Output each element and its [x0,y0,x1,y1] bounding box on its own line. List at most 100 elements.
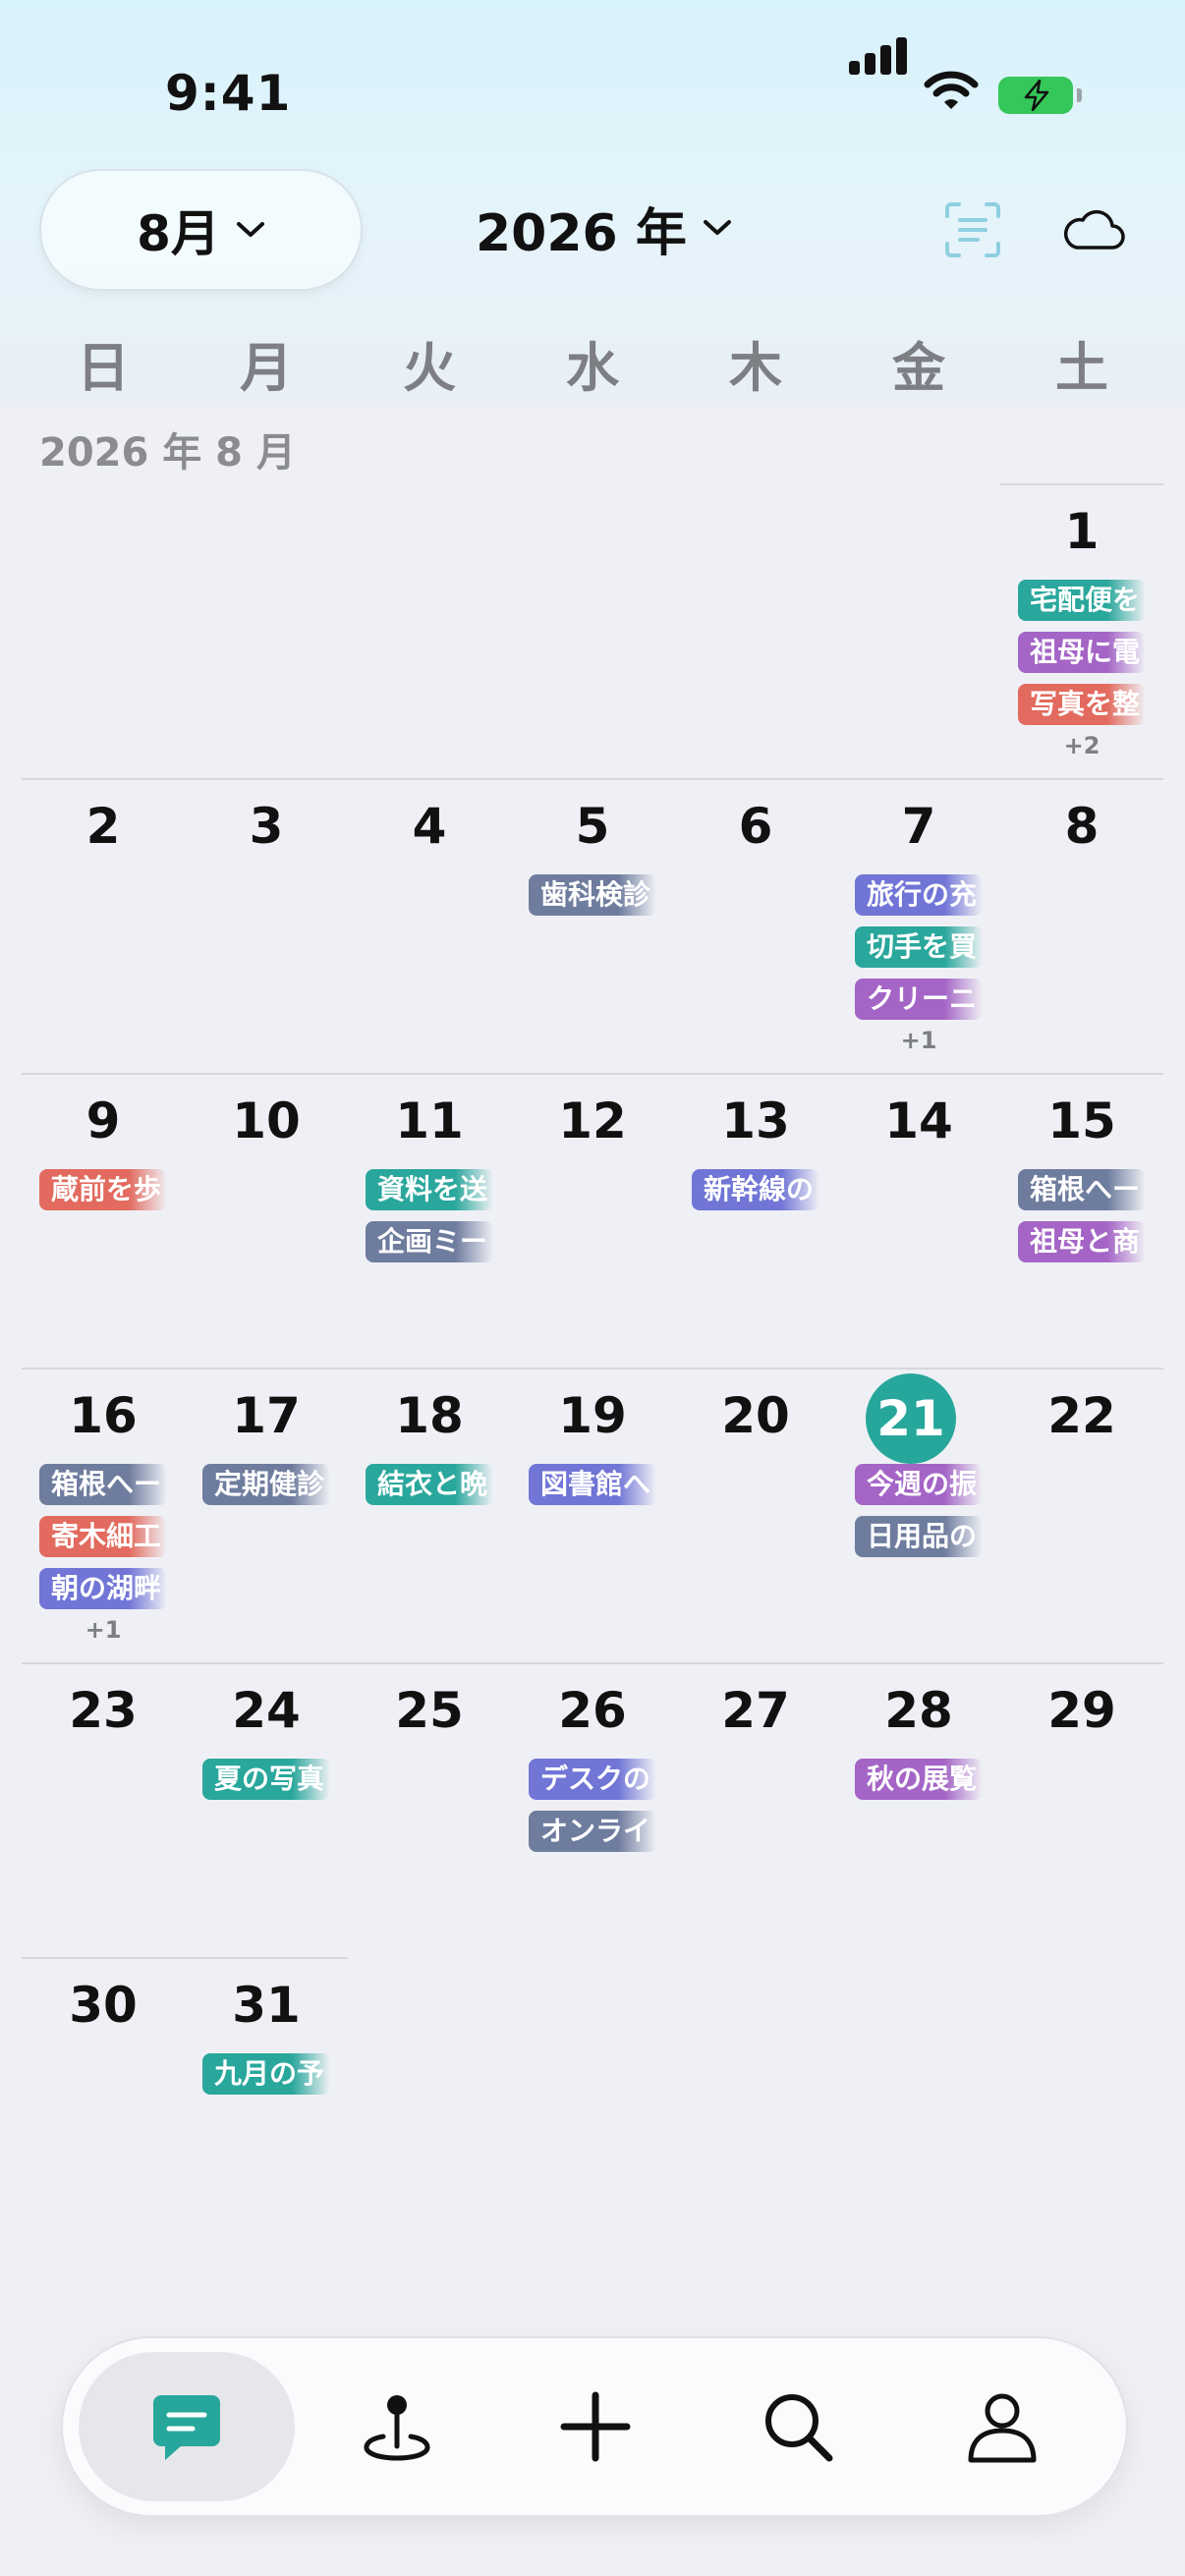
day-cell-22[interactable]: 22 [1000,1368,1163,1664]
day-number: 10 [232,1092,301,1149]
tab-chat[interactable] [79,2352,295,2501]
more-events-count[interactable]: +2 [1000,732,1163,759]
event-chip[interactable]: 企画ミー [366,1221,493,1262]
event-chip[interactable]: 写真を整 [1018,684,1146,725]
day-number: 16 [69,1387,138,1444]
day-number: 18 [395,1387,464,1444]
year-selector[interactable]: 2026 年 [476,169,732,287]
event-chip[interactable]: 図書館へ [529,1464,656,1505]
day-cell-11[interactable]: 11 資料を送 企画ミー [348,1073,511,1370]
tab-map[interactable] [289,2352,505,2501]
day-number: 9 [85,1092,121,1149]
day-cell-30[interactable]: 30 [22,1957,185,2254]
day-cell-14[interactable]: 14 [837,1073,1000,1370]
event-chip[interactable]: 夏の写真 [202,1759,330,1800]
day-cell-17[interactable]: 17 定期健診 [185,1368,348,1664]
day-number: 14 [884,1092,953,1149]
day-cell-9[interactable]: 9 蔵前を歩 [22,1073,185,1370]
day-cell-19[interactable]: 19 図書館へ [511,1368,674,1664]
tab-add[interactable] [487,2352,704,2501]
event-chip[interactable]: 今週の振 [855,1464,983,1505]
day-cell-18[interactable]: 18 結衣と晩 [348,1368,511,1664]
tab-profile[interactable] [894,2352,1110,2501]
event-chip[interactable]: 蔵前を歩 [39,1169,167,1210]
day-cell-7[interactable]: 7 旅行の充切手を買クリーニ +1 [837,778,1000,1075]
event-chip[interactable]: 祖母と商 [1018,1221,1146,1262]
tab-search[interactable] [690,2352,906,2501]
day-cell-23[interactable]: 23 [22,1662,185,1959]
day-number: 29 [1047,1682,1116,1739]
day-cell-26[interactable]: 26 デスクの オンライ [511,1662,674,1959]
event-chip[interactable]: 箱根へー [39,1464,167,1505]
event-chip[interactable]: 箱根へー [1018,1169,1146,1210]
chevron-down-icon [703,220,731,235]
event-chip[interactable]: 結衣と晩 [366,1464,493,1505]
day-number: 7 [901,798,936,855]
day-number: 13 [721,1092,790,1149]
year-selector-label: 2026 年 [476,203,687,263]
day-cell-15[interactable]: 15 箱根へー 祖母と商 [1000,1073,1163,1370]
event-chip[interactable]: クリーニ [855,979,983,1020]
month-selector[interactable]: 8月 [39,169,363,291]
day-cell-28[interactable]: 28 秋の展覧 [837,1662,1000,1959]
day-cell-4[interactable]: 4 [348,778,511,1075]
day-number: 1 [1064,503,1100,560]
event-chip[interactable]: 日用品の [855,1516,983,1557]
more-events-count[interactable]: +1 [837,1027,1000,1054]
day-number: 31 [232,1977,301,2034]
person-icon [968,2393,1037,2463]
day-number: 28 [884,1682,953,1739]
event-chip[interactable]: 旅行の充 [855,874,983,916]
event-chip[interactable]: 歯科検診 [529,874,656,916]
event-chip[interactable]: 九月の予 [202,2053,330,2095]
day-cell-31[interactable]: 31 九月の予 [185,1957,348,2254]
month-section-label: 2026 年 8 月 [39,430,296,476]
day-number: 30 [69,1977,138,2034]
event-chip[interactable]: オンライ [529,1811,656,1852]
event-chip[interactable]: 寄木細工 [39,1516,167,1557]
event-chip[interactable]: 資料を送 [366,1169,493,1210]
event-chip[interactable]: 祖母に電 [1018,632,1146,673]
day-cell-2[interactable]: 2 [22,778,185,1075]
day-cell-29[interactable]: 29 [1000,1662,1163,1959]
day-cell-1[interactable]: 1 宅配便を祖母に電写真を整 +2 [1000,483,1163,780]
status-time: 9:41 [165,65,292,122]
day-cell-8[interactable]: 8 [1000,778,1163,1075]
day-cell-10[interactable]: 10 [185,1073,348,1370]
day-cell-5[interactable]: 5 歯科検診 [511,778,674,1075]
day-cell-3[interactable]: 3 [185,778,348,1075]
day-cell-12[interactable]: 12 [511,1073,674,1370]
event-chip[interactable]: 新幹線の [692,1169,819,1210]
event-chip[interactable]: 宅配便を [1018,580,1146,621]
day-number: 4 [412,798,447,855]
scan-text-icon[interactable] [943,200,1002,259]
event-chip[interactable]: 朝の湖畔 [39,1568,167,1609]
day-cell-21[interactable]: 21 今週の振日用品の [837,1368,1000,1664]
day-number: 17 [232,1387,301,1444]
day-number: 6 [738,798,773,855]
day-cell-13[interactable]: 13 新幹線の [674,1073,837,1370]
day-cell-16[interactable]: 16 箱根へー寄木細工朝の湖畔 +1 [22,1368,185,1664]
day-number: 24 [232,1682,301,1739]
plus-icon [560,2391,631,2462]
day-number: 2 [85,798,121,855]
month-selector-label: 8月 [137,205,220,262]
today-day-number: 21 [866,1373,956,1464]
weekday-label: 水 [566,337,619,399]
weekday-label: 木 [729,337,782,399]
day-number: 12 [558,1092,627,1149]
event-chip[interactable]: デスクの [529,1759,656,1800]
event-chip[interactable]: 切手を買 [855,926,983,968]
day-cell-25[interactable]: 25 [348,1662,511,1959]
event-chip[interactable]: 定期健診 [202,1464,330,1505]
day-number: 3 [249,798,284,855]
day-cell-24[interactable]: 24 夏の写真 [185,1662,348,1959]
cloud-icon[interactable] [1061,204,1126,253]
event-chip[interactable]: 秋の展覧 [855,1759,983,1800]
day-cell-20[interactable]: 20 [674,1368,837,1664]
day-cell-6[interactable]: 6 [674,778,837,1075]
day-number: 5 [575,798,610,855]
day-cell-27[interactable]: 27 [674,1662,837,1959]
chat-bubble-icon [153,2395,220,2460]
more-events-count[interactable]: +1 [22,1616,185,1644]
